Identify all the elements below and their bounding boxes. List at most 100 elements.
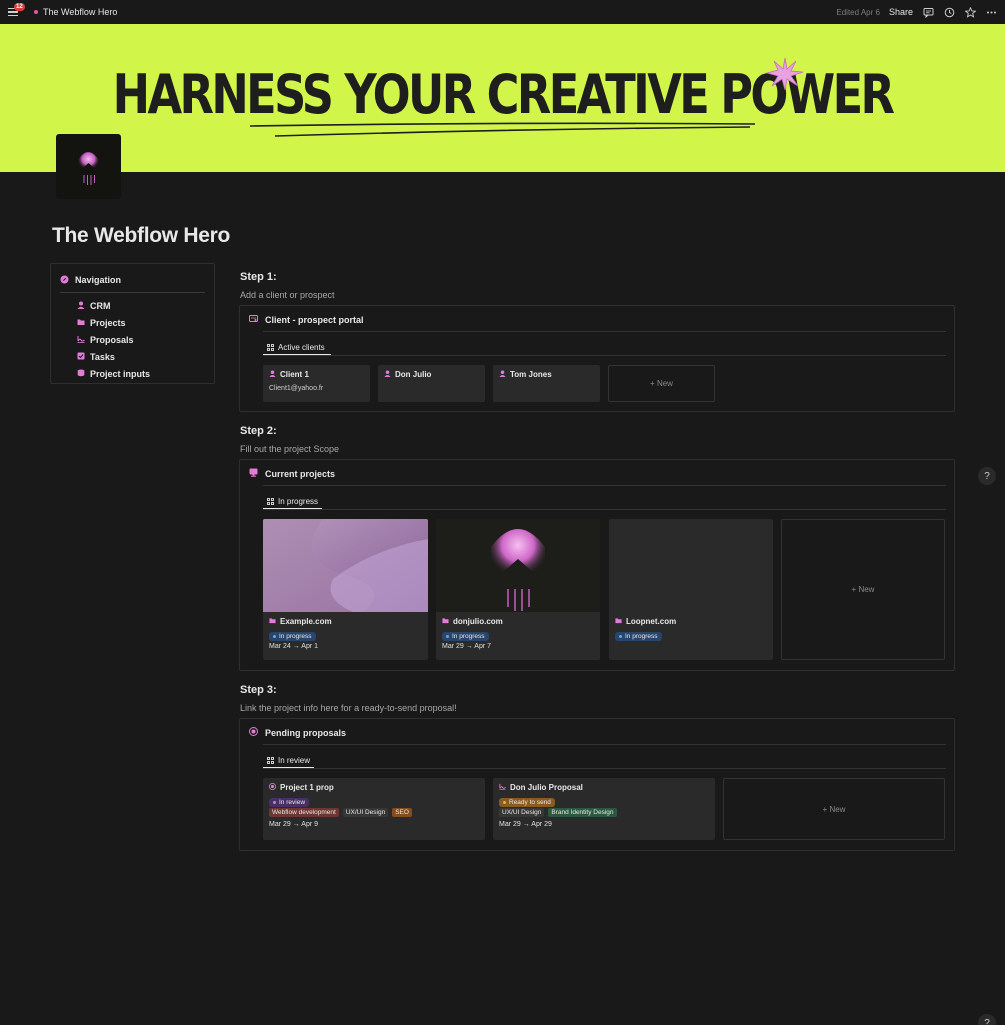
client-portal-section: Client - prospect portal Active clients … [239, 305, 955, 412]
section-title[interactable]: Pending proposals [265, 728, 346, 738]
nav-item-proposals[interactable]: Proposals [77, 331, 205, 348]
tab-label: In review [278, 755, 311, 765]
nav-item-label: Tasks [90, 351, 115, 362]
proposal-card[interactable]: Don Julio Proposal Ready to send UX/UI D… [493, 778, 715, 840]
divider [263, 768, 946, 769]
clock-icon[interactable] [943, 6, 955, 18]
person-icon [77, 301, 85, 311]
client-card[interactable]: Client 1 Client1@yahoo.fr [263, 365, 370, 402]
sidebar-menu-button[interactable]: 12 [8, 3, 25, 19]
client-card[interactable]: Tom Jones [493, 365, 600, 402]
tag: UX/UI Design [499, 808, 545, 817]
help-button[interactable]: ? [978, 467, 996, 485]
client-name: Don Julio [395, 370, 432, 379]
nav-item-projects[interactable]: Projects [77, 314, 205, 331]
signature-icon [499, 783, 506, 792]
sparkle-icon [766, 57, 804, 91]
new-proposal-button[interactable]: + New [723, 778, 945, 840]
nav-item-label: Projects [90, 317, 126, 328]
status-label: In review [279, 799, 306, 806]
share-button[interactable]: Share [889, 7, 913, 17]
card-title: Loopnet.com [615, 617, 676, 626]
nav-item-tasks[interactable]: Tasks [77, 348, 205, 365]
section-title[interactable]: Client - prospect portal [265, 315, 364, 325]
project-card[interactable]: donjulio.com In progress Mar 29 → Apr 7 [436, 519, 600, 660]
help-button[interactable]: ? [978, 1014, 996, 1025]
card-title: Don Julio Proposal [499, 783, 583, 792]
proposal-card[interactable]: Project 1 prop In review Webflow develop… [263, 778, 485, 840]
tag: UX/UI Design [342, 808, 389, 817]
monitor-icon [249, 468, 258, 479]
divider [263, 509, 946, 510]
portal-icon [249, 314, 258, 325]
nav-item-crm[interactable]: CRM [77, 297, 205, 314]
folder-icon [269, 617, 276, 626]
breadcrumb-title[interactable]: The Webflow Hero [43, 7, 117, 17]
person-icon [499, 370, 506, 379]
gallery-icon [267, 497, 274, 505]
step2-heading: Step 2: [240, 425, 277, 437]
folder-icon [77, 318, 85, 328]
page-icon-small [34, 10, 38, 14]
gallery-icon [267, 343, 274, 351]
navigation-list: CRM Projects Proposals Tasks Project inp… [60, 297, 205, 382]
comment-icon[interactable] [922, 6, 934, 18]
status-badge: In progress [615, 630, 662, 641]
tab-active-clients[interactable]: Active clients [263, 340, 329, 354]
project-card[interactable]: Loopnet.com In progress [609, 519, 773, 660]
step2-subtitle: Fill out the project Scope [240, 444, 340, 454]
tab-label: In progress [278, 496, 319, 506]
checkbox-icon [77, 352, 85, 362]
notification-badge: 12 [14, 3, 25, 11]
status-label: In progress [625, 633, 658, 640]
new-client-button[interactable]: + New [608, 365, 715, 402]
page-icon[interactable] [56, 134, 121, 199]
section-heading: Current projects [249, 468, 335, 479]
date-range: Mar 29 → Apr 29 [499, 821, 552, 828]
navigation-heading: Navigation [60, 273, 205, 287]
date-range: Mar 29 → Apr 7 [442, 643, 492, 650]
database-icon [77, 369, 85, 379]
tab-in-review[interactable]: In review [263, 753, 314, 767]
section-title[interactable]: Current projects [265, 469, 335, 479]
tab-label: Active clients [278, 342, 325, 352]
new-project-button[interactable]: + New [781, 519, 945, 660]
client-name: Client 1 [280, 370, 309, 379]
client-card[interactable]: Don Julio [378, 365, 485, 402]
date-range: Mar 24 → Apr 1 [269, 643, 319, 650]
tag-list: Webflow development UX/UI Design SEO [269, 808, 412, 817]
status-badge: In review [269, 796, 310, 807]
cover-underline-scribble [249, 122, 756, 137]
date-range: Mar 29 → Apr 9 [269, 821, 319, 828]
divider [263, 331, 946, 332]
page-title[interactable]: The Webflow Hero [52, 224, 230, 248]
tab-in-progress[interactable]: In progress [263, 494, 322, 508]
divider [60, 292, 205, 293]
pending-proposals-section: Pending proposals In review Project 1 pr… [239, 718, 955, 851]
step3-heading: Step 3: [240, 684, 277, 696]
project-cover-image [263, 519, 428, 612]
step3-subtitle: Link the project info here for a ready-t… [240, 703, 457, 713]
star-icon[interactable] [964, 6, 976, 18]
cover-image[interactable]: HARNESS YOUR CREATIVE POWER [0, 24, 1005, 172]
nav-item-label: Proposals [90, 334, 134, 345]
status-badge: In progress [442, 630, 489, 641]
more-options-icon[interactable] [985, 6, 997, 18]
step1-subtitle: Add a client or prospect [240, 290, 335, 300]
divider [263, 744, 946, 745]
card-title: Example.com [269, 617, 332, 626]
nav-item-label: Project inputs [90, 368, 151, 379]
card-title: Tom Jones [499, 370, 552, 379]
nav-item-project-inputs[interactable]: Project inputs [77, 365, 205, 382]
project-name: donjulio.com [453, 617, 503, 626]
signature-icon [77, 335, 85, 345]
project-cover-image [436, 519, 600, 612]
card-title: donjulio.com [442, 617, 503, 626]
folder-icon [615, 617, 622, 626]
compass-icon [60, 275, 69, 286]
proposal-name: Don Julio Proposal [510, 783, 583, 792]
project-card[interactable]: Example.com In progress Mar 24 → Apr 1 [263, 519, 428, 660]
gallery-icon [267, 756, 274, 764]
client-name: Tom Jones [510, 370, 552, 379]
divider [263, 485, 946, 486]
